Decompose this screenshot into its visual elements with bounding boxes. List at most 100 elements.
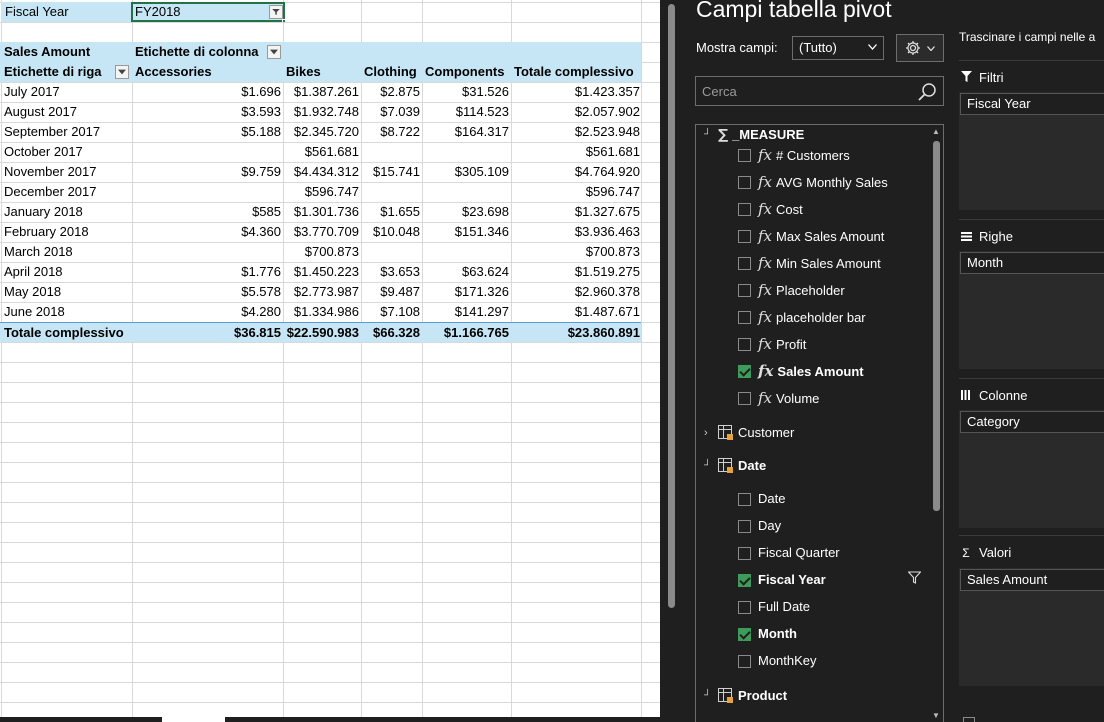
expand-icon[interactable]: › — [704, 420, 708, 446]
value-cell[interactable] — [362, 182, 420, 202]
field-item[interactable]: Month — [738, 621, 797, 647]
row-label[interactable]: June 2018 — [4, 302, 132, 322]
field-checkbox[interactable] — [738, 493, 751, 506]
value-cell[interactable]: $1.932.748 — [284, 102, 359, 122]
field-checkbox[interactable] — [738, 203, 751, 216]
value-cell[interactable]: $4.280 — [133, 302, 281, 322]
values-chip[interactable]: Sales Amount — [960, 569, 1104, 591]
value-cell[interactable]: $1.301.736 — [284, 202, 359, 222]
field-item[interactable]: Category — [738, 716, 814, 722]
value-cell[interactable]: $1.327.675 — [512, 202, 640, 222]
field-checkbox[interactable] — [738, 311, 751, 324]
field-item[interactable]: fx Placeholder — [738, 277, 845, 303]
value-cell[interactable]: $2.773.987 — [284, 282, 359, 302]
value-cell[interactable]: $2.875 — [362, 82, 420, 102]
value-cell[interactable]: $2.345.720 — [284, 122, 359, 142]
value-cell[interactable]: $7.108 — [362, 302, 420, 322]
field-item[interactable]: MonthKey — [738, 648, 817, 674]
pane-settings-button[interactable] — [896, 34, 944, 62]
field-search[interactable] — [695, 76, 944, 106]
value-cell[interactable]: $114.523 — [423, 102, 509, 122]
column-header[interactable]: Totale complessivo — [514, 62, 640, 82]
value-cell[interactable]: $15.741 — [362, 162, 420, 182]
column-labels-dropdown[interactable] — [267, 45, 281, 59]
value-cell[interactable]: $23.698 — [423, 202, 509, 222]
selection-handle[interactable] — [282, 19, 285, 22]
rows-area[interactable]: Month — [959, 251, 1104, 369]
field-checkbox[interactable] — [738, 655, 751, 668]
value-cell[interactable]: $305.109 — [423, 162, 509, 182]
field-checkbox[interactable] — [738, 547, 751, 560]
value-cell[interactable]: $2.523.948 — [512, 122, 640, 142]
value-cell[interactable]: $164.317 — [423, 122, 509, 142]
value-cell[interactable]: $585 — [133, 202, 281, 222]
field-item[interactable]: fx # Customers — [738, 142, 850, 168]
field-checkbox[interactable] — [738, 365, 751, 378]
field-group-product[interactable]: ┘ Product — [704, 683, 787, 709]
value-cell[interactable] — [423, 182, 509, 202]
value-cell[interactable]: $10.048 — [362, 222, 420, 242]
field-checkbox[interactable] — [738, 149, 751, 162]
value-cell[interactable] — [423, 242, 509, 262]
field-item[interactable]: fx AVG Monthly Sales — [738, 169, 888, 195]
value-cell[interactable]: $4.764.920 — [512, 162, 640, 182]
value-cell[interactable]: $1.387.261 — [284, 82, 359, 102]
value-cell[interactable]: $5.578 — [133, 282, 281, 302]
value-field-label[interactable]: Sales Amount — [4, 42, 132, 62]
field-checkbox[interactable] — [738, 520, 751, 533]
value-cell[interactable]: $4.360 — [133, 222, 281, 242]
sheet-tab-strip[interactable] — [0, 717, 162, 722]
column-labels-caption[interactable]: Etichette di colonna — [135, 42, 275, 62]
field-search-input[interactable] — [702, 82, 912, 100]
field-checkbox[interactable] — [738, 230, 751, 243]
field-item[interactable]: fx Volume — [738, 385, 819, 411]
value-cell[interactable]: $700.873 — [512, 242, 640, 262]
value-cell[interactable]: $63.624 — [423, 262, 509, 282]
value-cell[interactable]: $1.776 — [133, 262, 281, 282]
value-cell[interactable]: $171.326 — [423, 282, 509, 302]
field-item[interactable]: fx Min Sales Amount — [738, 250, 881, 276]
field-list-scroll-thumb[interactable] — [933, 141, 940, 511]
row-label[interactable]: January 2018 — [4, 202, 132, 222]
columns-area[interactable]: Category — [959, 410, 1104, 528]
value-cell[interactable]: $31.526 — [423, 82, 509, 102]
field-group-date[interactable]: ┘ Date — [704, 453, 766, 479]
search-icon[interactable] — [917, 82, 937, 107]
rows-chip[interactable]: Month — [960, 252, 1104, 274]
value-cell[interactable]: $151.346 — [423, 222, 509, 242]
row-label[interactable]: August 2017 — [4, 102, 132, 122]
total-label[interactable]: Totale complessivo — [4, 323, 132, 343]
value-cell[interactable]: $141.297 — [423, 302, 509, 322]
field-item[interactable]: Fiscal Quarter — [738, 540, 840, 566]
collapse-icon[interactable]: ┘ — [704, 683, 711, 709]
field-list-scrollbar[interactable]: ▲ ▼ — [929, 125, 943, 722]
value-cell[interactable]: $3.770.709 — [284, 222, 359, 242]
total-cell[interactable]: $1.166.765 — [423, 323, 509, 343]
columns-chip[interactable]: Category — [960, 411, 1104, 433]
value-cell[interactable]: $1.519.275 — [512, 262, 640, 282]
value-cell[interactable]: $700.873 — [284, 242, 359, 262]
scrollbar-thumb[interactable] — [668, 4, 675, 608]
field-item[interactable]: Day — [738, 513, 781, 539]
value-cell[interactable]: $596.747 — [284, 182, 359, 202]
field-checkbox[interactable] — [738, 628, 751, 641]
column-header[interactable]: Bikes — [286, 62, 361, 82]
field-checkbox[interactable] — [738, 284, 751, 297]
value-cell[interactable]: $1.696 — [133, 82, 281, 102]
value-cell[interactable]: $3.593 — [133, 102, 281, 122]
filter-value-cell[interactable]: FY2018 — [131, 2, 285, 22]
scroll-down-icon[interactable]: ▼ — [932, 711, 940, 720]
field-list[interactable]: ┘ ∑ _MEASURE fx # Customers fx AVG Monthly Sal… — [695, 124, 944, 722]
horizontal-scrollbar[interactable] — [225, 717, 660, 722]
row-label[interactable]: February 2018 — [4, 222, 132, 242]
value-cell[interactable] — [362, 242, 420, 262]
column-header[interactable]: Clothing — [364, 62, 422, 82]
total-cell[interactable]: $22.590.983 — [284, 323, 359, 343]
value-cell[interactable] — [133, 242, 281, 262]
field-item[interactable]: fx Cost — [738, 196, 803, 222]
field-item[interactable]: fx Max Sales Amount — [738, 223, 884, 249]
filter-dropdown-button[interactable] — [269, 5, 283, 19]
value-cell[interactable] — [133, 182, 281, 202]
defer-update-checkbox[interactable] — [963, 717, 975, 722]
filter-label-cell[interactable]: Fiscal Year — [1, 2, 131, 22]
